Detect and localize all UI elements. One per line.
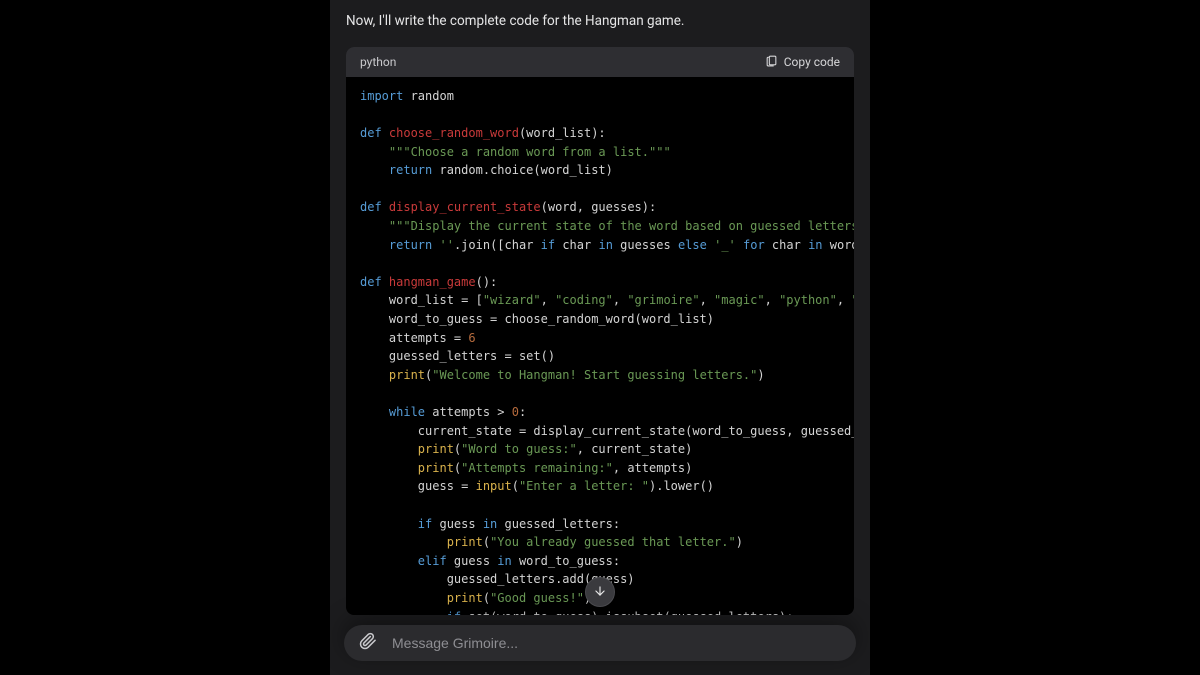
copy-code-label: Copy code [784,55,840,69]
code-block-header: python Copy code [346,47,854,77]
assistant-message-text: Now, I'll write the complete code for th… [346,12,854,31]
conversation-pane: Now, I'll write the complete code for th… [330,0,870,615]
paperclip-icon [359,632,377,654]
clipboard-icon [765,54,778,70]
code-content: import random def choose_random_word(wor… [360,87,854,615]
attach-button[interactable] [358,633,378,653]
code-body[interactable]: import random def choose_random_word(wor… [346,77,854,615]
message-input[interactable] [390,634,842,652]
arrow-down-icon [593,583,607,602]
chat-app: Now, I'll write the complete code for th… [330,0,870,675]
code-language-label: python [360,55,396,69]
copy-code-button[interactable]: Copy code [765,54,840,70]
message-composer [344,625,856,661]
code-block: python Copy code import random def choos… [346,47,854,615]
scroll-to-bottom-button[interactable] [585,577,615,607]
